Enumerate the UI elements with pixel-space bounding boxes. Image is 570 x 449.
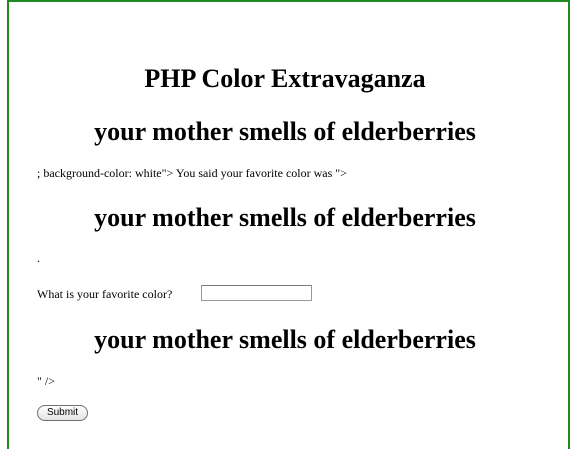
color-prompt-label: What is your favorite color? [37, 287, 173, 301]
closing-fragment-text: " /> [37, 374, 55, 388]
submit-button[interactable]: Submit [37, 405, 88, 421]
page-title: PHP Color Extravaganza [144, 64, 426, 93]
heading-3: your mother smells of elderberries [94, 325, 476, 354]
favorite-color-input[interactable] [201, 285, 312, 301]
heading-1: your mother smells of elderberries [94, 117, 476, 146]
heading-2: your mother smells of elderberries [94, 203, 476, 232]
dot-text: . [37, 251, 40, 265]
echo-text: ; background-color: white"> You said you… [37, 166, 347, 180]
